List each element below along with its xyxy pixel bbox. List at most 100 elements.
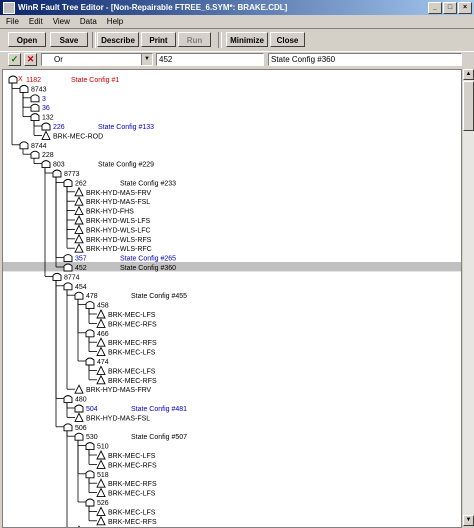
menu-edit[interactable]: Edit <box>29 17 43 26</box>
or-gate-icon[interactable] <box>19 84 29 93</box>
node-id[interactable]: BRK-HYD-FHS <box>86 209 134 216</box>
basic-event-icon[interactable] <box>75 525 83 527</box>
node-id[interactable]: 228 <box>42 152 54 159</box>
node-id[interactable]: BRK-MEC-LFS <box>108 350 156 357</box>
basic-event-icon[interactable] <box>74 233 84 244</box>
node-id[interactable]: BRK-HYD-WLS-LFC <box>86 227 151 234</box>
gate-type-select[interactable]: Or ▼ <box>41 53 153 66</box>
node-description[interactable]: State Config #481 <box>131 406 187 413</box>
node-id[interactable]: 506 <box>75 425 87 432</box>
node-id[interactable]: BRK-MEC-LFS <box>108 312 156 319</box>
cancel-icon[interactable]: ✕ <box>24 53 37 66</box>
node-description[interactable]: State Config #507 <box>131 434 187 441</box>
or-gate-icon[interactable] <box>63 282 73 291</box>
basic-event-icon[interactable] <box>96 459 106 469</box>
close-button[interactable]: Close <box>270 32 305 47</box>
basic-event-icon[interactable] <box>96 506 106 516</box>
or-gate-icon[interactable] <box>74 404 84 413</box>
accept-icon[interactable]: ✓ <box>8 53 21 66</box>
node-id[interactable]: 36 <box>42 105 50 112</box>
basic-event-icon[interactable] <box>96 318 106 328</box>
node-description[interactable]: State Config #233 <box>120 180 176 187</box>
node-id[interactable]: BRK-MEC-RFS <box>108 462 157 469</box>
close-window-button[interactable]: × <box>458 2 472 14</box>
minimize-window-button[interactable]: _ <box>428 2 442 14</box>
basic-event-icon[interactable] <box>96 515 106 526</box>
node-description[interactable]: State Config #133 <box>98 124 154 131</box>
or-gate-icon[interactable] <box>85 470 95 479</box>
node-id[interactable]: 458 <box>97 303 109 310</box>
node-id[interactable]: BRK-MEC-RFS <box>108 481 157 488</box>
node-id[interactable]: 480 <box>75 397 87 404</box>
or-gate-icon[interactable] <box>30 113 40 122</box>
menu-help[interactable]: Help <box>107 17 123 26</box>
basic-event-icon[interactable] <box>74 224 84 234</box>
menu-data[interactable]: Data <box>80 17 97 26</box>
or-gate-icon[interactable] <box>63 178 73 187</box>
node-id[interactable]: 8773 <box>64 171 80 178</box>
basic-event-icon[interactable] <box>74 196 84 206</box>
node-id[interactable]: BRK-MEC-LFS <box>108 368 156 375</box>
basic-event-icon[interactable] <box>96 346 106 357</box>
or-gate-icon[interactable] <box>63 423 73 432</box>
basic-event-icon[interactable] <box>74 243 84 253</box>
basic-event-icon[interactable] <box>96 365 106 375</box>
node-id[interactable]: BRK-HYD-MAS-FSL <box>86 415 150 422</box>
or-gate-icon[interactable] <box>19 141 29 150</box>
node-id[interactable]: 518 <box>97 472 109 479</box>
or-gate-icon[interactable] <box>8 75 18 84</box>
node-id[interactable]: 504 <box>86 406 98 413</box>
scroll-up-icon[interactable]: ▲ <box>463 69 474 80</box>
node-id[interactable]: 478 <box>86 293 98 300</box>
node-id-field[interactable]: 452 <box>156 53 264 66</box>
basic-event-icon[interactable] <box>96 374 106 385</box>
node-description[interactable]: State Config #360 <box>120 265 176 272</box>
node-id[interactable]: BRK-MEC-RFS <box>108 321 157 328</box>
basic-event-icon[interactable] <box>96 487 106 498</box>
or-gate-icon[interactable] <box>85 301 95 310</box>
node-id[interactable]: 510 <box>97 444 109 451</box>
node-id[interactable]: BRK-MEC-LFS <box>108 453 156 460</box>
node-id[interactable]: BRK-HYD-MAS-FSL <box>86 199 150 206</box>
run-button[interactable]: Run <box>178 32 211 47</box>
save-button[interactable]: Save <box>50 32 88 47</box>
scroll-down-icon[interactable]: ▼ <box>463 515 474 526</box>
chevron-down-icon[interactable]: ▼ <box>141 54 152 65</box>
node-id[interactable]: BRK-HYD-MAS-FRV <box>86 190 152 197</box>
basic-event-icon[interactable] <box>96 337 106 347</box>
describe-button[interactable]: Describe <box>97 32 139 47</box>
or-gate-icon[interactable] <box>85 357 95 366</box>
node-id[interactable]: BRK-MEC-RFS <box>108 340 157 347</box>
node-id[interactable]: BRK-HYD-WLS-RFC <box>86 246 152 253</box>
node-id[interactable]: 466 <box>97 331 109 338</box>
node-id[interactable]: BRK-HYD-MAS-FRV <box>86 387 152 394</box>
node-id[interactable]: 3 <box>42 96 46 103</box>
basic-event-icon[interactable] <box>74 384 84 394</box>
or-gate-icon[interactable] <box>74 291 84 300</box>
node-id[interactable]: 262 <box>75 180 87 187</box>
or-gate-icon[interactable] <box>63 395 73 404</box>
node-id[interactable]: 357 <box>75 256 87 263</box>
or-gate-icon[interactable] <box>30 103 40 112</box>
basic-event-icon[interactable] <box>74 186 84 197</box>
node-id[interactable]: 1182 <box>26 77 41 84</box>
scroll-thumb[interactable] <box>463 81 474 131</box>
or-gate-icon[interactable] <box>63 254 73 263</box>
or-gate-icon[interactable] <box>30 150 40 159</box>
node-description[interactable]: State Config #229 <box>98 162 154 169</box>
or-gate-icon[interactable] <box>85 329 95 338</box>
node-id[interactable]: BRK-MEC-LFS <box>108 491 156 498</box>
node-id[interactable]: 530 <box>86 434 98 441</box>
basic-event-icon[interactable] <box>96 478 106 488</box>
fault-tree-canvas[interactable]: X 1182 State Config #1 8743 3 36 132 226 State C… <box>3 70 461 527</box>
node-id[interactable]: BRK-MEC-RFS <box>108 519 157 526</box>
menu-file[interactable]: File <box>6 17 19 26</box>
basic-event-icon[interactable] <box>74 412 84 422</box>
node-description-field[interactable]: State Config #360 <box>268 53 462 66</box>
or-gate-icon[interactable] <box>41 160 51 169</box>
node-id[interactable]: 132 <box>42 115 54 122</box>
node-description[interactable]: State Config #1 <box>71 77 119 84</box>
node-id[interactable]: 526 <box>97 500 109 507</box>
basic-event-icon[interactable] <box>74 214 84 225</box>
or-gate-icon[interactable] <box>30 94 40 103</box>
